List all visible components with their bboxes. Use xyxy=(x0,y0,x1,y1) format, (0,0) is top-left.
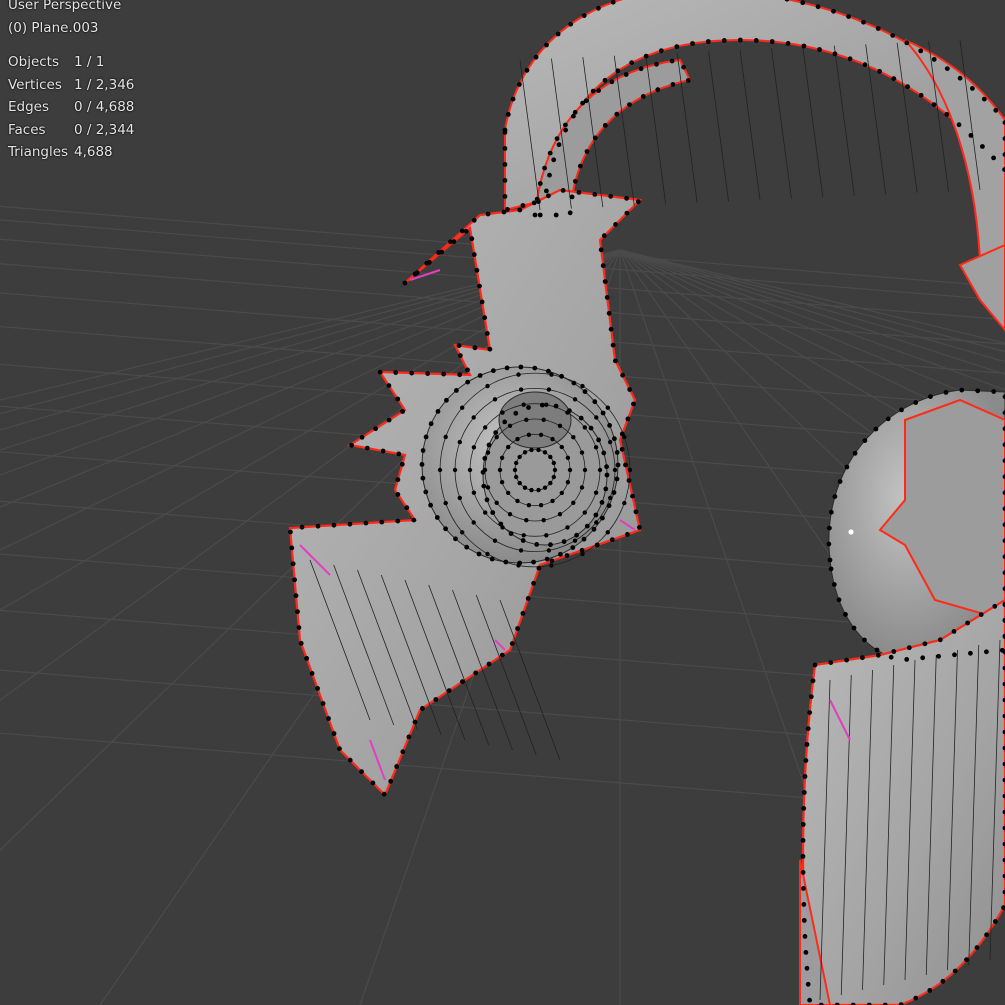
stat-value: 0 / 2,344 xyxy=(74,121,135,138)
active-vertex[interactable] xyxy=(848,529,854,535)
stat-vertices: Vertices 1 / 2,346 xyxy=(8,74,134,97)
3d-viewport[interactable]: User Perspective (0) Plane.003 Objects 1… xyxy=(0,0,1005,1005)
headband-outer xyxy=(504,0,1005,212)
scene-statistics: Objects 1 / 1 Vertices 1 / 2,346 Edges 0… xyxy=(8,51,134,164)
stat-value: 1 / 1 xyxy=(74,54,105,70)
left-earcup-hole xyxy=(498,391,572,449)
stat-label: Triangles xyxy=(8,144,69,160)
stat-faces: Faces 0 / 2,344 xyxy=(8,119,134,142)
viewport-canvas[interactable] xyxy=(0,0,1005,1005)
stat-label: Faces xyxy=(8,121,46,138)
stat-objects: Objects 1 / 1 xyxy=(8,51,134,74)
stat-value: 1 / 2,346 xyxy=(74,76,135,93)
stat-value: 0 / 4,688 xyxy=(74,99,135,115)
mesh-plane-003[interactable] xyxy=(288,0,1005,1005)
stat-label: Objects xyxy=(8,54,60,70)
stat-label: Edges xyxy=(8,99,50,115)
view-name: User Perspective xyxy=(8,0,122,13)
stat-edges: Edges 0 / 4,688 xyxy=(8,96,134,119)
right-earcup-plate xyxy=(801,598,1005,1005)
viewport-info-overlay: User Perspective (0) Plane.003 Objects 1… xyxy=(8,0,134,164)
stat-triangles: Triangles 4,688 xyxy=(8,141,134,164)
stat-value: 4,688 xyxy=(74,144,113,160)
stat-label: Vertices xyxy=(8,76,62,93)
active-object-label: (0) Plane.003 xyxy=(8,19,99,36)
